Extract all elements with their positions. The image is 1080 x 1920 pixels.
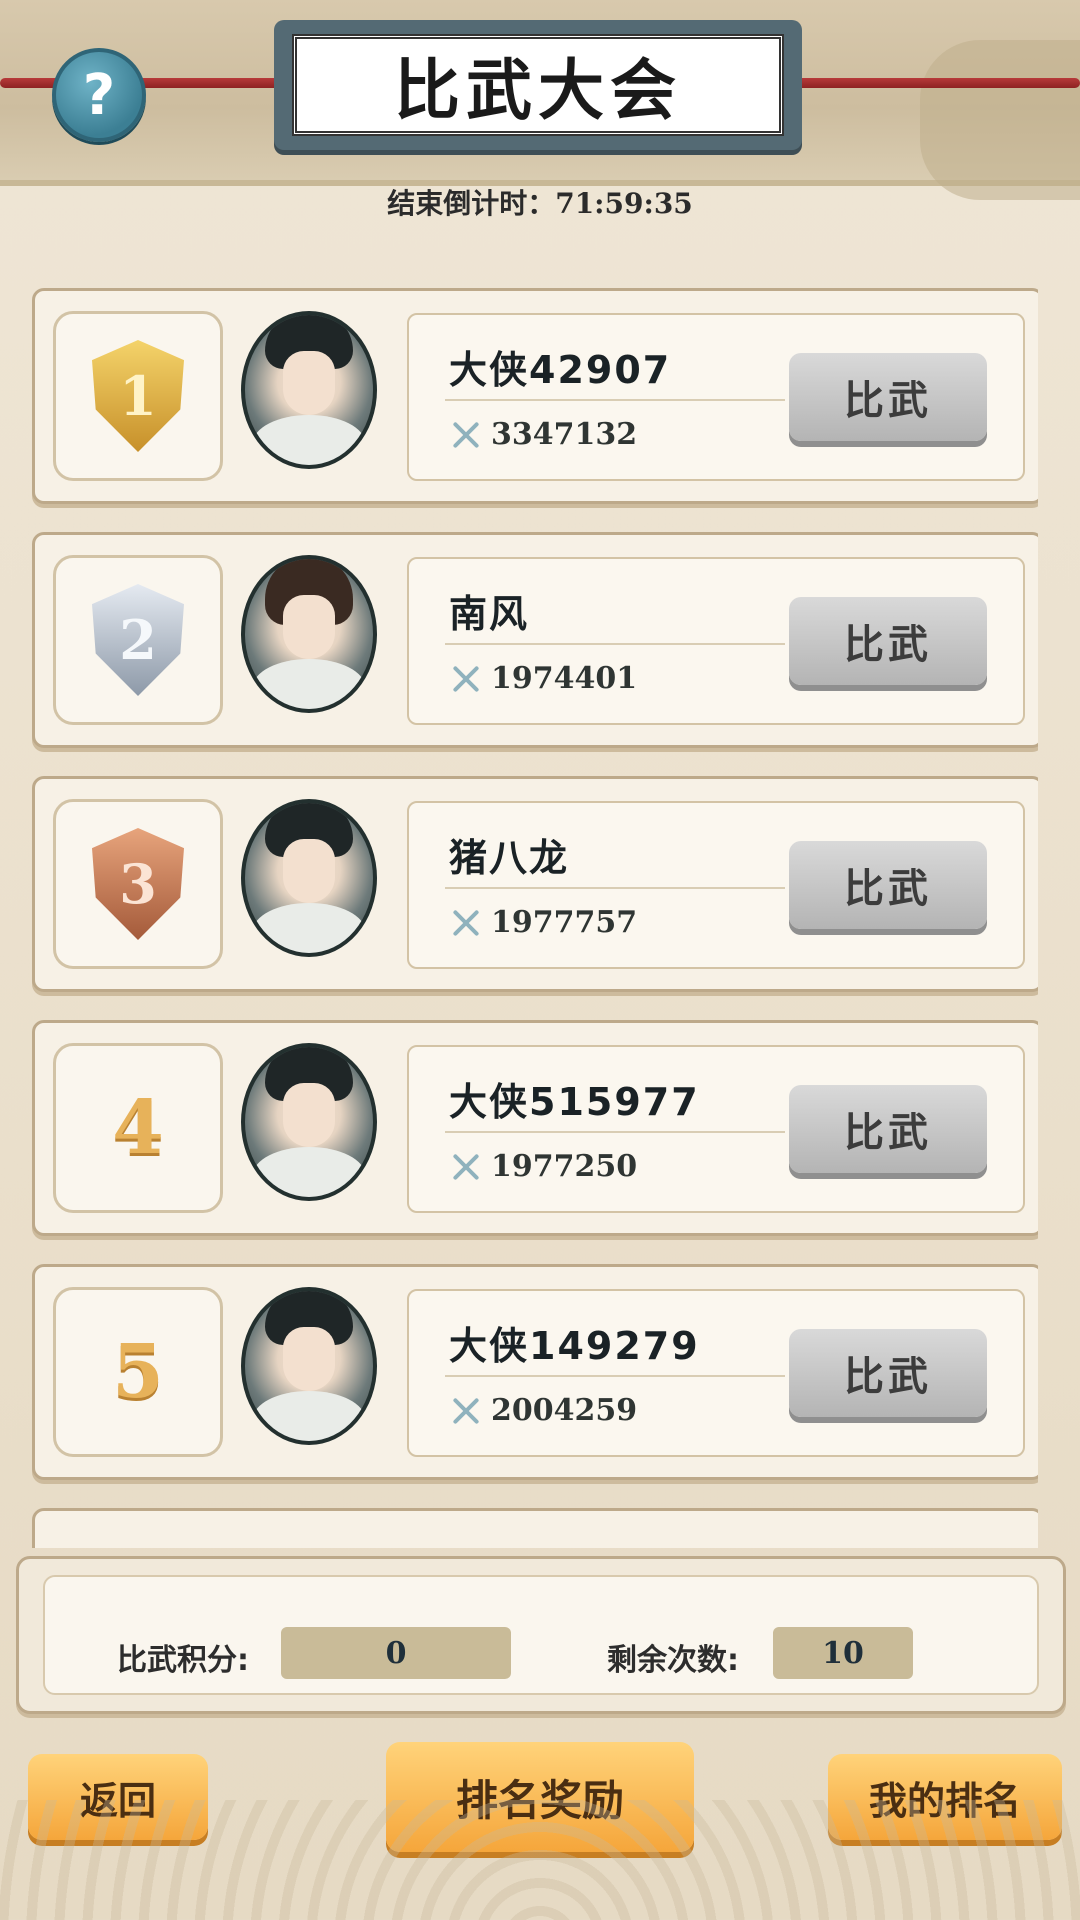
ranking-row: 5 大侠149279 2004259 比武 [32,1264,1038,1480]
avatar[interactable] [241,1043,377,1201]
challenge-button[interactable]: 比武 [789,1085,987,1173]
rank-number: 5 [112,1329,164,1415]
ranking-row: 3 猪八龙 1977757 比武 [32,776,1038,992]
player-power: 3347132 [449,417,637,452]
divider [445,887,785,889]
challenge-button[interactable]: 比武 [789,597,987,685]
player-power: 2004259 [449,1393,637,1428]
gold-medal-icon: 1 [92,340,184,452]
player-power: 1977757 [449,905,637,940]
stats-inner: 比武积分: 0 剩余次数: 10 [43,1575,1039,1695]
power-value: 2004259 [491,1393,638,1428]
player-power: 1974401 [449,661,637,696]
challenge-button[interactable]: 比武 [789,841,987,929]
power-value: 1977757 [491,905,638,940]
challenge-button[interactable]: 比武 [789,353,987,441]
player-name: 猪八龙 [449,836,570,880]
title-plaque: 比武大会 [274,20,802,150]
countdown-label: 结束倒计时： [387,187,556,220]
avatar[interactable] [241,311,377,469]
countdown: 结束倒计时：71:59:35 [0,182,1080,222]
player-info: 大侠515977 1977250 比武 [407,1045,1025,1213]
cloud-decoration [920,40,1080,200]
player-info: 南风 1974401 比武 [407,557,1025,725]
power-value: 1974401 [491,661,638,696]
player-info: 大侠42907 3347132 比武 [407,313,1025,481]
ranking-row: 4 大侠515977 1977250 比武 [32,1020,1038,1236]
player-info: 大侠149279 2004259 比武 [407,1289,1025,1457]
avatar[interactable] [241,555,377,713]
crossed-swords-icon [449,906,483,940]
ranking-row-partial [32,1508,1038,1548]
rank-number: 4 [112,1085,164,1171]
crossed-swords-icon [449,662,483,696]
wave-decoration [0,1800,1080,1920]
player-name: 南风 [449,592,530,636]
player-name: 大侠149279 [449,1324,700,1368]
rank-badge: 2 [53,555,223,725]
remaining-value: 10 [773,1627,913,1679]
crossed-swords-icon [449,1394,483,1428]
bronze-medal-icon: 3 [92,828,184,940]
rank-badge: 5 [53,1287,223,1457]
ranking-row: 1 大侠42907 3347132 比武 [32,288,1038,504]
divider [445,643,785,645]
rank-badge: 4 [53,1043,223,1213]
rank-badge: 3 [53,799,223,969]
avatar[interactable] [241,799,377,957]
player-name: 大侠515977 [449,1080,700,1124]
avatar[interactable] [241,1287,377,1445]
crossed-swords-icon [449,418,483,452]
remaining-label: 剩余次数: [607,1643,739,1678]
divider [445,399,785,401]
countdown-value: 71:59:35 [555,187,693,220]
challenge-button[interactable]: 比武 [789,1329,987,1417]
ranking-list[interactable]: 1 大侠42907 3347132 比武 2 南风 1974401 比武 3 猪… [32,288,1038,1548]
rank-badge: 1 [53,311,223,481]
help-icon[interactable]: ? [52,48,146,142]
divider [445,1131,785,1133]
player-power: 1977250 [449,1149,637,1184]
player-name: 大侠42907 [449,348,672,392]
crossed-swords-icon [449,1150,483,1184]
silver-medal-icon: 2 [92,584,184,696]
ranking-row: 2 南风 1974401 比武 [32,532,1038,748]
page-title: 比武大会 [292,34,784,136]
player-info: 猪八龙 1977757 比武 [407,801,1025,969]
score-label: 比武积分: [117,1643,249,1678]
divider [445,1375,785,1377]
score-value: 0 [281,1627,511,1679]
power-value: 1977250 [491,1149,638,1184]
stats-panel: 比武积分: 0 剩余次数: 10 [16,1556,1066,1714]
power-value: 3347132 [491,417,638,452]
